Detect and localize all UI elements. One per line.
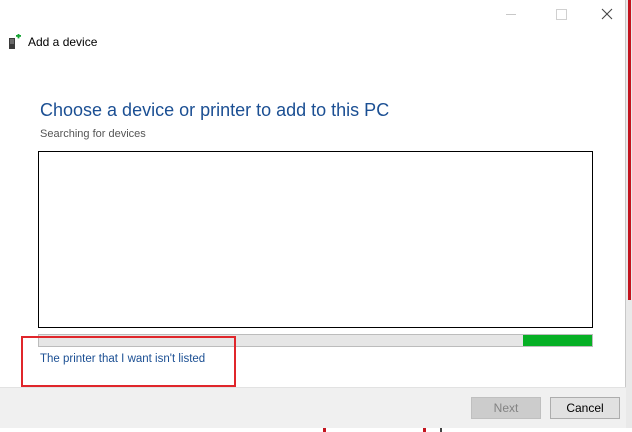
close-icon	[601, 8, 613, 20]
window-title: Add a device	[28, 35, 98, 49]
minimize-icon	[506, 13, 516, 15]
cancel-button[interactable]: Cancel	[550, 397, 620, 419]
title-bar	[0, 0, 626, 28]
progress-segment	[522, 335, 592, 346]
printer-not-listed-link[interactable]: The printer that I want isn't listed	[40, 353, 205, 365]
add-device-icon	[9, 34, 21, 49]
close-button[interactable]	[584, 0, 630, 28]
dialog-footer: Next Cancel	[0, 387, 626, 432]
window-header: Add a device	[8, 34, 97, 50]
maximize-icon	[555, 8, 567, 20]
page-title: Choose a device or printer to add to thi…	[40, 100, 390, 120]
add-device-window: Add a device Choose a device or printer …	[0, 0, 626, 432]
minimize-button[interactable]	[488, 0, 534, 28]
device-list[interactable]	[38, 151, 593, 328]
next-button[interactable]: Next	[471, 397, 541, 419]
maximize-button[interactable]	[538, 0, 584, 28]
desktop-bottom-edge	[0, 428, 632, 432]
desktop-window-edge	[628, 0, 631, 300]
desktop-background	[626, 0, 632, 432]
search-status: Searching for devices	[40, 128, 146, 140]
